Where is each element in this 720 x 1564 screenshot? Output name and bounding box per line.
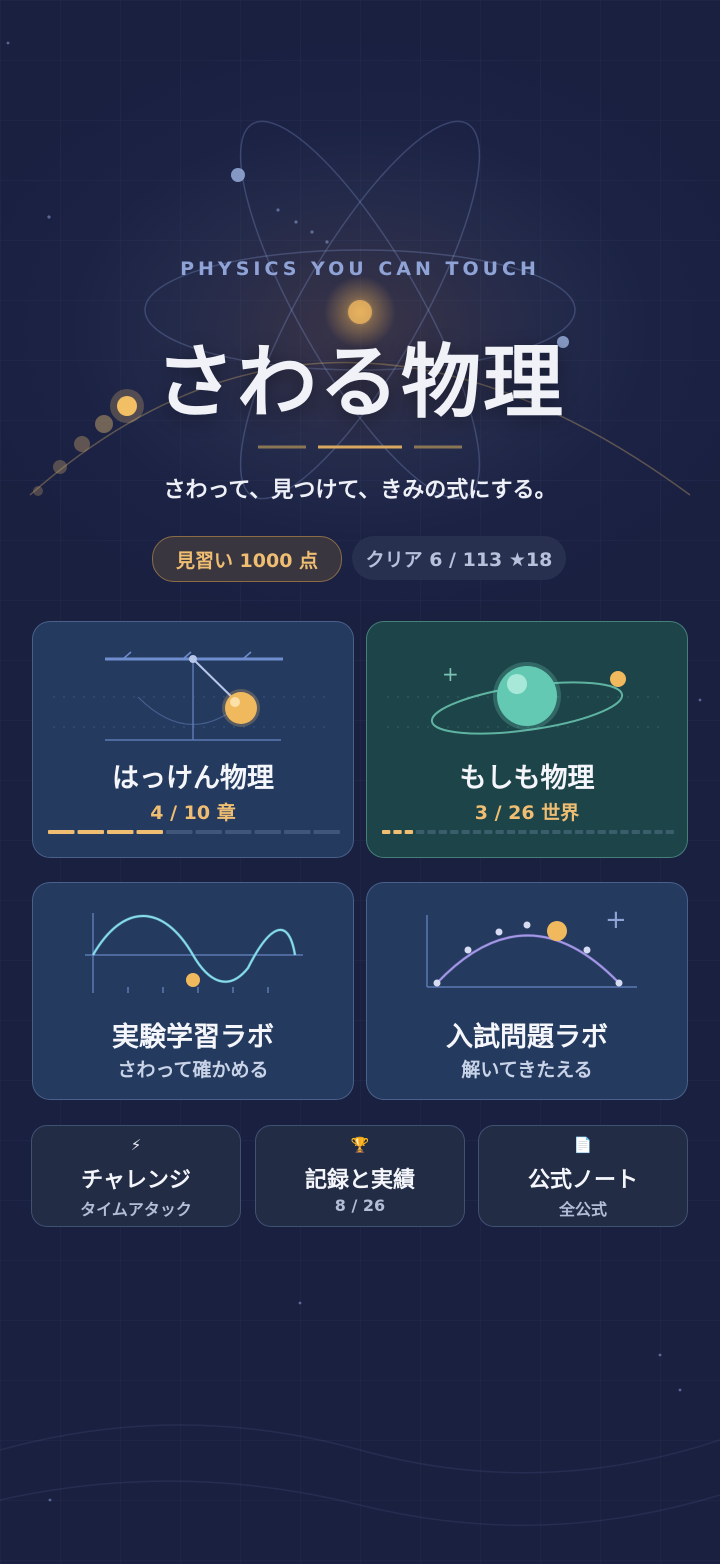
progress-segment-empty [484, 830, 493, 834]
progress-segment-empty [552, 830, 561, 834]
progress-segment-filled [136, 830, 163, 834]
progress-segment-empty [574, 830, 584, 834]
progress-segment-empty [642, 830, 652, 834]
mode-card-exam-lab[interactable]: + 入試問題ラボ 解いてきたえる [366, 882, 688, 1100]
progress-segment-empty [654, 830, 663, 834]
mode-card-experiment-lab[interactable]: 実験学習ラボ さわって確かめる [32, 882, 354, 1100]
trophy-icon: 🏆 [350, 1136, 370, 1154]
progress-segment-filled [404, 830, 414, 834]
rank-badge[interactable]: 見習い 1000 点 [152, 536, 342, 582]
progress-segment-empty [472, 830, 482, 834]
mode-card-discovery[interactable]: はっけん物理 4 / 10 章 [32, 621, 354, 858]
progress-segment-empty [495, 830, 504, 834]
shortcut-title: 公式ノート [527, 1168, 638, 1193]
mode-title: 実験学習ラボ [112, 1022, 274, 1053]
progress-segment-filled [393, 830, 402, 834]
shortcut-title: チャレンジ [81, 1168, 191, 1193]
progress-segment-filled [48, 830, 75, 834]
progress-segment-empty [427, 830, 436, 834]
progress-segment-empty [620, 830, 629, 834]
progress-segment-empty [195, 830, 222, 834]
progress-segment-empty [313, 830, 340, 834]
mode-title: もしも物理 [459, 763, 595, 794]
progress-segment-empty [450, 830, 459, 834]
lightning-icon: ⚡ [130, 1136, 142, 1154]
parabola-icon: + [426, 905, 637, 988]
progress-segment-empty [438, 830, 448, 834]
mode-subtitle: さわって確かめる [117, 1059, 269, 1081]
wave-icon [85, 913, 303, 993]
progress-bar [48, 829, 340, 835]
progress-bar [382, 829, 674, 835]
planet-orbit-icon: + [387, 662, 667, 735]
progress-segment-empty [416, 830, 425, 834]
progress-segment-filled [382, 830, 391, 834]
tagline: さわって、見つけて、きみの式にする。 [163, 478, 557, 503]
formula-notes-button[interactable]: 📄 公式ノート 全公式 [478, 1125, 688, 1227]
progress-segment-filled [77, 830, 104, 834]
shortcut-subtitle: 8 / 26 [334, 1196, 386, 1215]
progress-segment-empty [608, 830, 618, 834]
shortcut-subtitle: タイムアタック [80, 1200, 192, 1219]
progress-segment-empty [586, 830, 595, 834]
challenge-button[interactable]: ⚡ チャレンジ タイムアタック [31, 1125, 241, 1227]
progress-segment-empty [506, 830, 516, 834]
progress-segment-empty [631, 830, 640, 834]
app-title: さわる物理 [155, 336, 565, 429]
progress-segment-empty [166, 830, 193, 834]
shortcut-title: 記録と実績 [304, 1168, 415, 1193]
progress-segment-filled [107, 830, 134, 834]
mode-title: 入試問題ラボ [446, 1022, 608, 1053]
clear-count-badge[interactable]: クリア 6 / 113 ★18 [352, 536, 566, 580]
progress-segment-empty [518, 830, 527, 834]
progress-segment-empty [225, 830, 252, 834]
mode-title: はっけん物理 [112, 763, 274, 794]
records-button[interactable]: 🏆 記録と実績 8 / 26 [255, 1125, 465, 1227]
progress-segment-empty [597, 830, 606, 834]
mode-progress-text: 4 / 10 章 [150, 802, 236, 824]
pendulum-icon [53, 651, 333, 741]
mode-progress-text: 3 / 26 世界 [474, 802, 580, 824]
progress-segment-empty [254, 830, 281, 834]
mode-subtitle: 解いてきたえる [461, 1059, 593, 1081]
progress-segment-empty [540, 830, 550, 834]
svg-text:+: + [442, 662, 459, 686]
shortcut-subtitle: 全公式 [558, 1200, 607, 1219]
hero-subtitle: PHYSICS YOU CAN TOUCH [180, 258, 540, 280]
svg-text:+: + [605, 905, 627, 935]
document-icon: 📄 [573, 1136, 593, 1154]
progress-segment-empty [461, 830, 470, 834]
mode-card-whatif[interactable]: + もしも物理 3 / 26 世界 [366, 621, 688, 858]
progress-segment-empty [284, 830, 311, 834]
progress-segment-empty [665, 830, 674, 834]
progress-segment-empty [529, 830, 538, 834]
progress-segment-empty [563, 830, 572, 834]
